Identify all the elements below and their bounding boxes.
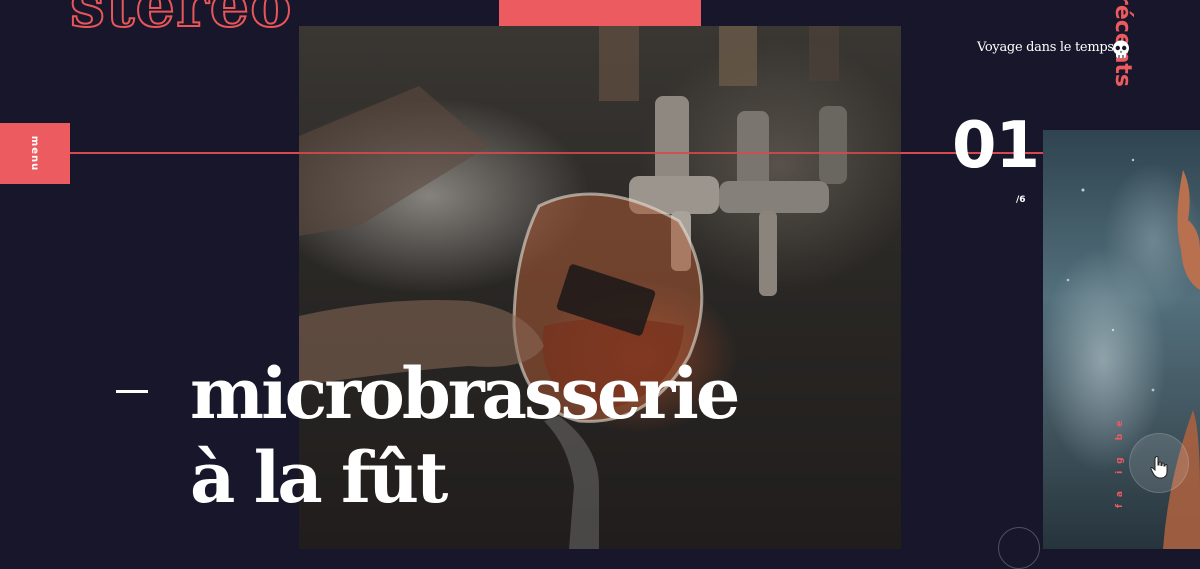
social-links[interactable]: fa ig be in (1115, 404, 1131, 508)
menu-button[interactable]: menu (0, 123, 70, 184)
time-travel-link[interactable]: Voyage dans le temps (977, 40, 1114, 55)
slide-counter-current: 01 (952, 109, 1040, 183)
scroll-indicator-circle[interactable] (998, 527, 1040, 569)
hand-cursor-icon (1150, 455, 1168, 483)
menu-label: menu (29, 135, 41, 172)
hero-title-line2: à la fût (190, 436, 448, 519)
brand-logo[interactable]: stereo (69, 0, 292, 37)
hero-title-line1: microbrasserie (190, 352, 740, 435)
divider-line-left (70, 152, 299, 154)
slide-counter-total: /6 (1016, 195, 1026, 205)
hero-title[interactable]: microbrasserie à la fût (190, 352, 740, 520)
skull-icon (1112, 40, 1130, 64)
top-accent-bar (499, 0, 701, 26)
hero-divider-line (299, 152, 901, 154)
title-dash (116, 390, 148, 393)
